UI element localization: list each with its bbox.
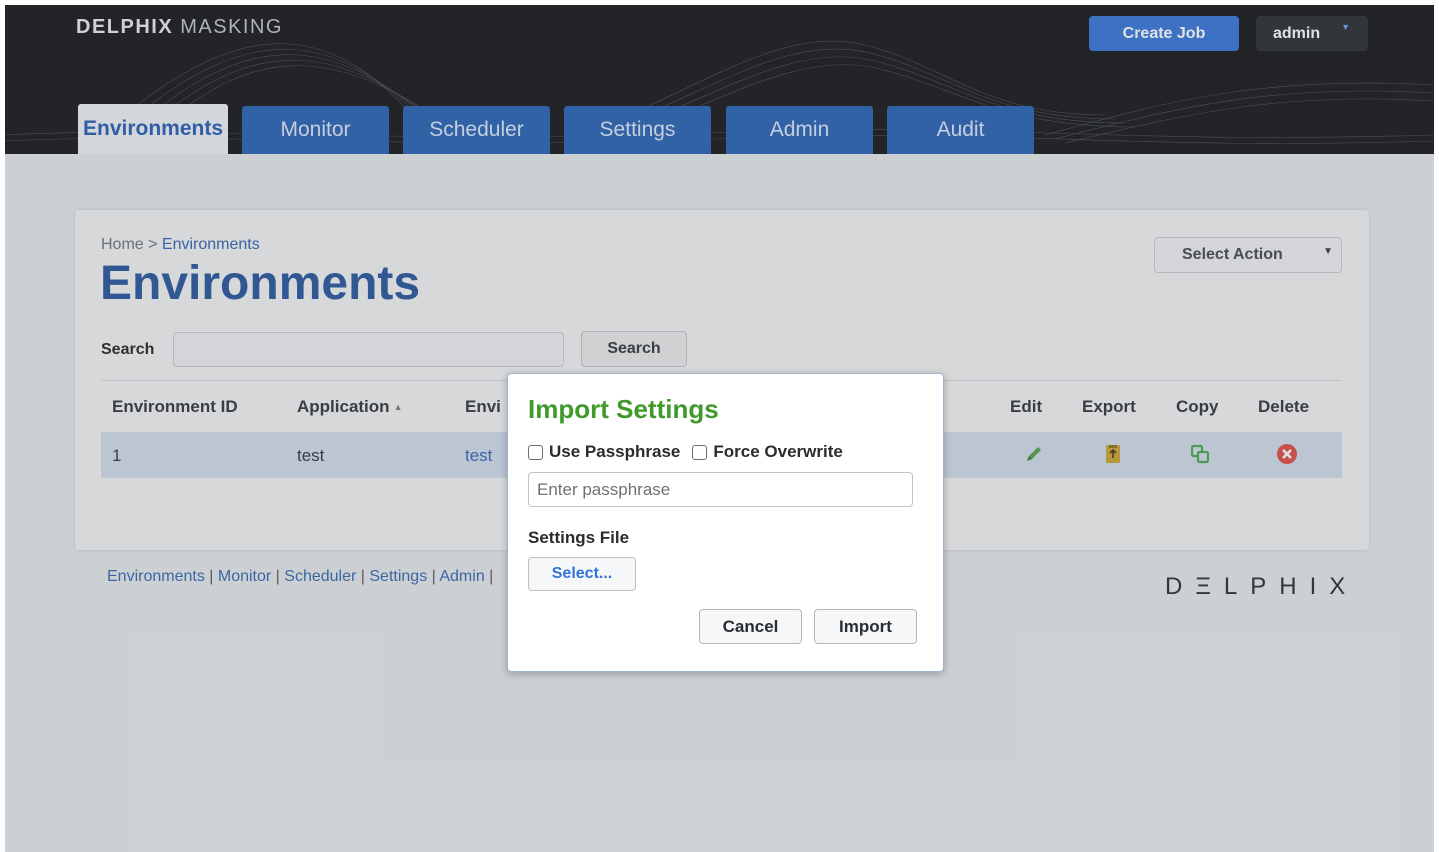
dialog-title: Import Settings [528, 394, 719, 424]
use-passphrase-checkbox[interactable] [528, 444, 543, 460]
select-file-button[interactable]: Select... [528, 557, 636, 591]
dialog-options: Use Passphrase Force Overwrite [528, 442, 843, 462]
app-window: DELPHIX MASKING Create Job admin ▼ Envir… [5, 5, 1434, 852]
import-settings-dialog: Import Settings Use Passphrase Force Ove… [507, 373, 944, 672]
force-overwrite-label[interactable]: Force Overwrite [713, 442, 842, 462]
use-passphrase-label[interactable]: Use Passphrase [549, 442, 680, 462]
import-button[interactable]: Import [814, 609, 917, 644]
force-overwrite-checkbox[interactable] [692, 444, 708, 460]
passphrase-input[interactable]: Enter passphrase [528, 472, 913, 507]
cancel-button[interactable]: Cancel [699, 609, 802, 644]
settings-file-label: Settings File [528, 528, 630, 547]
